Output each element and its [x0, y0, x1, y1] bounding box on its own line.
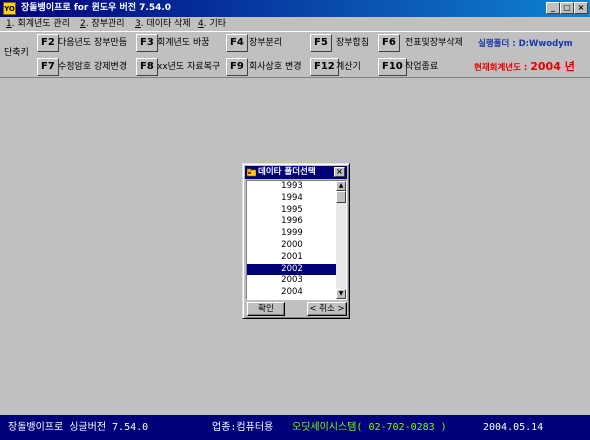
f10-label: 작업종료 [405, 62, 439, 72]
year-list-rows: 1993 1994 1995 1996 1999 2000 2001 2002 … [247, 181, 337, 299]
list-item-1999[interactable]: 1999 [247, 228, 337, 240]
app-icon[interactable]: YO [3, 2, 16, 15]
f6-label: 전표및장부삭제 [405, 38, 463, 48]
f2-button[interactable]: F2 [37, 34, 59, 52]
dialog-title: 데이타 폴더선택 [258, 167, 316, 177]
list-item-1996[interactable]: 1996 [247, 216, 337, 228]
status-program: 장돌뱅이프로 싱글버전 7.54.0 [8, 422, 149, 433]
menu-data-delete[interactable]: 3. 데이타 삭제 [135, 18, 191, 30]
dialog-close-button[interactable]: × [334, 167, 345, 177]
f8-label: xx년도 자료복구 [157, 62, 221, 72]
maximize-button[interactable]: □ [560, 2, 574, 14]
close-button[interactable]: × [574, 2, 588, 14]
scroll-down-icon[interactable]: ▼ [336, 289, 346, 299]
menu-etc[interactable]: 4. 기타 [198, 18, 226, 30]
f7-button[interactable]: F7 [37, 58, 59, 76]
minimize-button[interactable]: _ [546, 2, 560, 14]
list-item-2000[interactable]: 2000 [247, 240, 337, 252]
scroll-thumb[interactable] [336, 191, 346, 203]
f5-label: 장부합침 [336, 38, 370, 48]
f3-label: 회계년도 바꿈 [157, 38, 210, 48]
status-vendor: 오딧세이시스템( 02-702-0283 ) [292, 422, 447, 433]
menu-fiscal-year[interactable]: 1. 회계년도 관리 [6, 18, 70, 30]
shortcut-toolbar: 단축키 F2 다음년도 장부만듬 F3 회계년도 바꿈 F4 장부분리 F5 장… [0, 31, 590, 78]
f4-button[interactable]: F4 [226, 34, 248, 52]
current-year-label: 현재회계년도 : [474, 63, 528, 73]
f12-label: 계산기 [336, 62, 361, 72]
f12-button[interactable]: F12 [310, 58, 339, 76]
f4-label: 장부분리 [249, 38, 283, 48]
ok-button[interactable]: 확인 [247, 302, 285, 316]
f9-button[interactable]: F9 [226, 58, 248, 76]
run-folder-info: 실행폴더 : D:Wwodym [478, 39, 573, 49]
f10-button[interactable]: F10 [378, 58, 407, 76]
list-item-1993[interactable]: 1993 [247, 181, 337, 193]
list-item-2003[interactable]: 2003 [247, 275, 337, 287]
list-item-1995[interactable]: 1995 [247, 205, 337, 217]
status-date: 2004.05.14 [483, 422, 544, 433]
dialog-title-bar: 데이타 폴더선택 × [245, 166, 347, 179]
window-title: 장돌뱅이프로 for 윈도우 버전 7.54.0 [21, 3, 172, 13]
list-item-2002-selected[interactable]: 2002 [247, 263, 337, 276]
f9-label: 회사상호 변경 [249, 62, 302, 72]
menu-data-delete-label: . 데이타 삭제 [140, 19, 191, 29]
current-year-info: 현재회계년도 : 2004 년 [474, 60, 575, 75]
menu-etc-label: . 기타 [203, 19, 227, 29]
status-business: 업종:컴퓨터용 [212, 422, 274, 433]
list-item-1994[interactable]: 1994 [247, 193, 337, 205]
f5-button[interactable]: F5 [310, 34, 332, 52]
list-scrollbar[interactable]: ▲ ▼ [336, 181, 346, 299]
menu-ledger-label: . 장부관리 [85, 19, 125, 29]
title-bar: YO 장돌뱅이프로 for 윈도우 버전 7.54.0 _ □ × [0, 0, 590, 17]
year-folder-list[interactable]: 1993 1994 1995 1996 1999 2000 2001 2002 … [246, 180, 347, 300]
list-item-2004[interactable]: 2004 [247, 287, 337, 299]
f6-button[interactable]: F6 [378, 34, 400, 52]
f7-label: 수정암호 강제변경 [58, 62, 128, 72]
menu-ledger[interactable]: 2. 장부관리 [80, 18, 125, 30]
menu-fiscal-year-label: . 회계년도 관리 [11, 19, 70, 29]
folder-select-dialog: 데이타 폴더선택 × 1993 1994 1995 1996 1999 2000… [242, 163, 350, 319]
current-year-value: 2004 년 [530, 60, 575, 73]
shortcut-label: 단축키 [4, 48, 29, 58]
folder-select-icon [246, 168, 257, 177]
f3-button[interactable]: F3 [136, 34, 158, 52]
status-bar: 장돌뱅이프로 싱글버전 7.54.0 업종:컴퓨터용 오딧세이시스템( 02-7… [0, 415, 590, 440]
f8-button[interactable]: F8 [136, 58, 158, 76]
cancel-button[interactable]: < 취소 > [307, 302, 347, 316]
menu-bar: 1. 회계년도 관리 2. 장부관리 3. 데이타 삭제 4. 기타 [0, 17, 590, 31]
f2-label: 다음년도 장부만듬 [58, 38, 128, 48]
list-item-2001[interactable]: 2001 [247, 252, 337, 264]
scroll-up-icon[interactable]: ▲ [336, 181, 346, 191]
